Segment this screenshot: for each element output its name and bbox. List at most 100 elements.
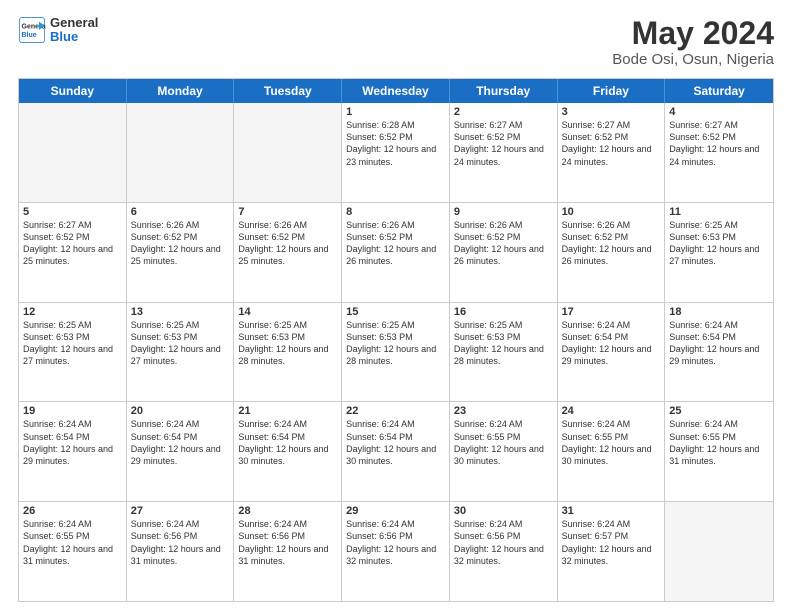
cell-info: Sunrise: 6:24 AMSunset: 6:55 PMDaylight:… [562, 418, 661, 467]
day-number: 2 [454, 106, 553, 118]
day-number: 26 [23, 505, 122, 517]
calendar-cell [234, 103, 342, 202]
calendar-header-row: Sunday Monday Tuesday Wednesday Thursday… [19, 79, 773, 103]
cell-info: Sunrise: 6:25 AMSunset: 6:53 PMDaylight:… [454, 319, 553, 368]
week-row-2: 12Sunrise: 6:25 AMSunset: 6:53 PMDayligh… [19, 303, 773, 403]
day-number: 29 [346, 505, 445, 517]
day-number: 3 [562, 106, 661, 118]
cell-info: Sunrise: 6:27 AMSunset: 6:52 PMDaylight:… [562, 119, 661, 168]
cell-info: Sunrise: 6:25 AMSunset: 6:53 PMDaylight:… [238, 319, 337, 368]
cell-info: Sunrise: 6:26 AMSunset: 6:52 PMDaylight:… [131, 219, 230, 268]
day-number: 7 [238, 206, 337, 218]
week-row-3: 19Sunrise: 6:24 AMSunset: 6:54 PMDayligh… [19, 402, 773, 502]
calendar-cell: 10Sunrise: 6:26 AMSunset: 6:52 PMDayligh… [558, 203, 666, 302]
header-wednesday: Wednesday [342, 79, 450, 103]
cell-info: Sunrise: 6:24 AMSunset: 6:57 PMDaylight:… [562, 518, 661, 567]
calendar-cell: 13Sunrise: 6:25 AMSunset: 6:53 PMDayligh… [127, 303, 235, 402]
calendar-cell [665, 502, 773, 601]
cell-info: Sunrise: 6:27 AMSunset: 6:52 PMDaylight:… [23, 219, 122, 268]
calendar-cell: 30Sunrise: 6:24 AMSunset: 6:56 PMDayligh… [450, 502, 558, 601]
calendar-cell: 15Sunrise: 6:25 AMSunset: 6:53 PMDayligh… [342, 303, 450, 402]
day-number: 25 [669, 405, 769, 417]
calendar-cell: 29Sunrise: 6:24 AMSunset: 6:56 PMDayligh… [342, 502, 450, 601]
day-number: 31 [562, 505, 661, 517]
logo-icon: General Blue [18, 16, 46, 44]
cell-info: Sunrise: 6:25 AMSunset: 6:53 PMDaylight:… [23, 319, 122, 368]
cell-info: Sunrise: 6:25 AMSunset: 6:53 PMDaylight:… [131, 319, 230, 368]
day-number: 14 [238, 306, 337, 318]
day-number: 9 [454, 206, 553, 218]
header-friday: Friday [558, 79, 666, 103]
cell-info: Sunrise: 6:27 AMSunset: 6:52 PMDaylight:… [454, 119, 553, 168]
calendar-subtitle: Bode Osi, Osun, Nigeria [612, 51, 774, 68]
logo-text-general: General [50, 16, 98, 30]
day-number: 16 [454, 306, 553, 318]
cell-info: Sunrise: 6:27 AMSunset: 6:52 PMDaylight:… [669, 119, 769, 168]
header-saturday: Saturday [665, 79, 773, 103]
calendar-cell: 26Sunrise: 6:24 AMSunset: 6:55 PMDayligh… [19, 502, 127, 601]
day-number: 1 [346, 106, 445, 118]
calendar-cell: 14Sunrise: 6:25 AMSunset: 6:53 PMDayligh… [234, 303, 342, 402]
cell-info: Sunrise: 6:24 AMSunset: 6:54 PMDaylight:… [23, 418, 122, 467]
day-number: 5 [23, 206, 122, 218]
header-monday: Monday [127, 79, 235, 103]
calendar-cell: 25Sunrise: 6:24 AMSunset: 6:55 PMDayligh… [665, 402, 773, 501]
page: General Blue General Blue May 2024 Bode … [0, 0, 792, 612]
cell-info: Sunrise: 6:24 AMSunset: 6:54 PMDaylight:… [562, 319, 661, 368]
calendar-cell: 27Sunrise: 6:24 AMSunset: 6:56 PMDayligh… [127, 502, 235, 601]
calendar-cell: 6Sunrise: 6:26 AMSunset: 6:52 PMDaylight… [127, 203, 235, 302]
cell-info: Sunrise: 6:26 AMSunset: 6:52 PMDaylight:… [238, 219, 337, 268]
cell-info: Sunrise: 6:24 AMSunset: 6:56 PMDaylight:… [454, 518, 553, 567]
cell-info: Sunrise: 6:26 AMSunset: 6:52 PMDaylight:… [346, 219, 445, 268]
day-number: 13 [131, 306, 230, 318]
calendar-title: May 2024 [612, 16, 774, 51]
calendar-cell: 24Sunrise: 6:24 AMSunset: 6:55 PMDayligh… [558, 402, 666, 501]
cell-info: Sunrise: 6:25 AMSunset: 6:53 PMDaylight:… [346, 319, 445, 368]
calendar-cell: 19Sunrise: 6:24 AMSunset: 6:54 PMDayligh… [19, 402, 127, 501]
day-number: 21 [238, 405, 337, 417]
cell-info: Sunrise: 6:26 AMSunset: 6:52 PMDaylight:… [454, 219, 553, 268]
day-number: 12 [23, 306, 122, 318]
day-number: 8 [346, 206, 445, 218]
day-number: 18 [669, 306, 769, 318]
week-row-0: 1Sunrise: 6:28 AMSunset: 6:52 PMDaylight… [19, 103, 773, 203]
day-number: 17 [562, 306, 661, 318]
day-number: 27 [131, 505, 230, 517]
week-row-4: 26Sunrise: 6:24 AMSunset: 6:55 PMDayligh… [19, 502, 773, 601]
header-thursday: Thursday [450, 79, 558, 103]
day-number: 20 [131, 405, 230, 417]
header-sunday: Sunday [19, 79, 127, 103]
day-number: 6 [131, 206, 230, 218]
calendar-cell: 7Sunrise: 6:26 AMSunset: 6:52 PMDaylight… [234, 203, 342, 302]
day-number: 24 [562, 405, 661, 417]
logo-text-blue: Blue [50, 30, 98, 44]
cell-info: Sunrise: 6:24 AMSunset: 6:55 PMDaylight:… [669, 418, 769, 467]
week-row-1: 5Sunrise: 6:27 AMSunset: 6:52 PMDaylight… [19, 203, 773, 303]
day-number: 28 [238, 505, 337, 517]
svg-text:Blue: Blue [22, 32, 37, 39]
day-number: 22 [346, 405, 445, 417]
logo: General Blue General Blue [18, 16, 98, 45]
cell-info: Sunrise: 6:26 AMSunset: 6:52 PMDaylight:… [562, 219, 661, 268]
cell-info: Sunrise: 6:24 AMSunset: 6:56 PMDaylight:… [131, 518, 230, 567]
calendar-cell: 11Sunrise: 6:25 AMSunset: 6:53 PMDayligh… [665, 203, 773, 302]
calendar-cell [127, 103, 235, 202]
calendar-cell: 21Sunrise: 6:24 AMSunset: 6:54 PMDayligh… [234, 402, 342, 501]
day-number: 15 [346, 306, 445, 318]
cell-info: Sunrise: 6:24 AMSunset: 6:56 PMDaylight:… [346, 518, 445, 567]
calendar-cell: 9Sunrise: 6:26 AMSunset: 6:52 PMDaylight… [450, 203, 558, 302]
day-number: 30 [454, 505, 553, 517]
title-block: May 2024 Bode Osi, Osun, Nigeria [612, 16, 774, 68]
calendar-cell: 23Sunrise: 6:24 AMSunset: 6:55 PMDayligh… [450, 402, 558, 501]
day-number: 23 [454, 405, 553, 417]
calendar-cell: 5Sunrise: 6:27 AMSunset: 6:52 PMDaylight… [19, 203, 127, 302]
calendar-cell: 28Sunrise: 6:24 AMSunset: 6:56 PMDayligh… [234, 502, 342, 601]
calendar-cell: 20Sunrise: 6:24 AMSunset: 6:54 PMDayligh… [127, 402, 235, 501]
calendar-cell: 3Sunrise: 6:27 AMSunset: 6:52 PMDaylight… [558, 103, 666, 202]
cell-info: Sunrise: 6:25 AMSunset: 6:53 PMDaylight:… [669, 219, 769, 268]
day-number: 19 [23, 405, 122, 417]
calendar-cell [19, 103, 127, 202]
calendar: Sunday Monday Tuesday Wednesday Thursday… [18, 78, 774, 602]
day-number: 11 [669, 206, 769, 218]
calendar-cell: 18Sunrise: 6:24 AMSunset: 6:54 PMDayligh… [665, 303, 773, 402]
